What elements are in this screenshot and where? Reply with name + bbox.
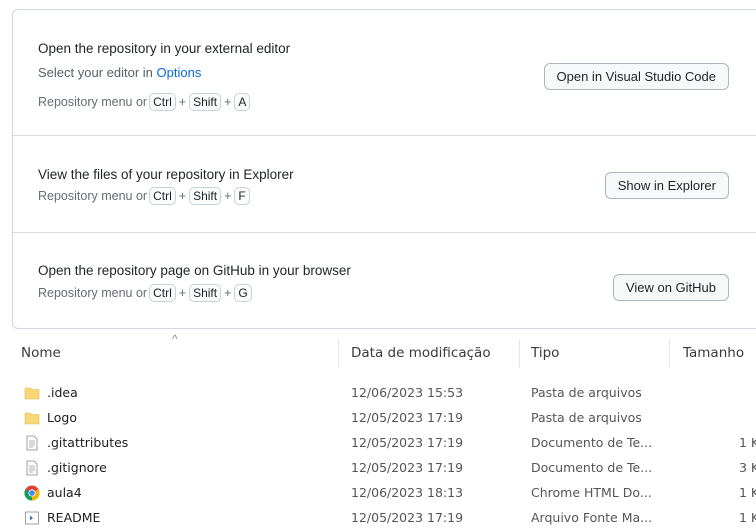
section-title: Open the repository in your external edi…	[38, 41, 291, 56]
shortcut-hint: Repository menu or Ctrl + Shift + A	[38, 93, 251, 111]
key-ctrl: Ctrl	[149, 187, 176, 205]
key-ctrl: Ctrl	[149, 284, 176, 302]
key-g: G	[234, 284, 252, 302]
file-name: .gitignore	[47, 460, 107, 475]
shortcut-hint: Repository menu or Ctrl + Shift + F	[38, 187, 250, 205]
shortcut-hint: Repository menu or Ctrl + Shift + G	[38, 284, 252, 302]
file-row[interactable]: README 12/05/2023 17:19 Arquivo Fonte Ma…	[0, 509, 756, 527]
plus-sign: +	[178, 286, 187, 300]
view-on-github-button[interactable]: View on GitHub	[612, 274, 729, 301]
section-subtitle: Select your editor in Options	[38, 65, 201, 80]
markdown-file-icon	[25, 511, 39, 525]
file-row[interactable]: .idea 12/06/2023 15:53 Pasta de arquivos	[0, 384, 756, 402]
column-header-type[interactable]: Tipo	[531, 345, 559, 361]
column-divider[interactable]	[519, 340, 520, 368]
chrome-icon	[24, 485, 40, 501]
file-size: 3 K	[739, 460, 756, 475]
key-shift: Shift	[189, 187, 222, 205]
key-shift: Shift	[189, 284, 222, 302]
file-type: Pasta de arquivos	[531, 385, 642, 400]
hint-text: Repository menu or	[38, 286, 148, 300]
hint-text: Repository menu or	[38, 189, 148, 203]
open-in-vscode-button[interactable]: Open in Visual Studio Code	[543, 63, 729, 90]
plus-sign: +	[178, 189, 187, 203]
file-date: 12/06/2023 15:53	[351, 385, 464, 400]
section-title: View the files of your repository in Exp…	[38, 167, 294, 182]
file-size: 1 K	[739, 485, 756, 500]
repository-options-panel: Open the repository in your external edi…	[12, 9, 756, 329]
file-name: .idea	[47, 385, 78, 400]
subtitle-text: Select your editor in	[38, 65, 157, 80]
plus-sign: +	[224, 95, 232, 109]
text-file-icon	[26, 460, 38, 476]
plus-sign: +	[224, 189, 232, 203]
options-link[interactable]: Options	[157, 65, 202, 80]
file-type: Pasta de arquivos	[531, 410, 642, 425]
file-type: Arquivo Fonte Ma...	[531, 510, 653, 525]
folder-icon	[24, 412, 40, 425]
file-row[interactable]: aula4 12/06/2023 18:13 Chrome HTML Do...…	[0, 484, 756, 502]
hint-text: Repository menu or	[38, 95, 148, 109]
file-name: aula4	[47, 485, 82, 500]
file-name: Logo	[47, 410, 77, 425]
explorer-section: View the files of your repository in Exp…	[13, 136, 756, 233]
plus-sign: +	[178, 95, 187, 109]
section-title: Open the repository page on GitHub in yo…	[38, 263, 351, 278]
file-date: 12/06/2023 18:13	[351, 485, 464, 500]
file-row[interactable]: Logo 12/05/2023 17:19 Pasta de arquivos	[0, 409, 756, 427]
file-size: 1 K	[739, 510, 756, 525]
column-header-size[interactable]: Tamanho	[683, 345, 744, 361]
external-editor-section: Open the repository in your external edi…	[13, 10, 756, 136]
file-row[interactable]: .gitignore 12/05/2023 17:19 Documento de…	[0, 459, 756, 477]
file-explorer-list: ^ Nome Data de modificação Tipo Tamanho …	[0, 332, 756, 532]
column-header-date[interactable]: Data de modificação	[351, 345, 491, 361]
file-date: 12/05/2023 17:19	[351, 460, 464, 475]
file-date: 12/05/2023 17:19	[351, 410, 464, 425]
file-date: 12/05/2023 17:19	[351, 435, 464, 450]
show-in-explorer-button[interactable]: Show in Explorer	[604, 172, 729, 199]
column-header-name[interactable]: Nome	[21, 345, 61, 361]
column-divider[interactable]	[338, 340, 339, 368]
plus-sign: +	[224, 286, 232, 300]
file-date: 12/05/2023 17:19	[351, 510, 464, 525]
key-a: A	[234, 93, 251, 111]
file-type: Chrome HTML Do...	[531, 485, 652, 500]
key-shift: Shift	[189, 93, 222, 111]
file-size: 1 K	[739, 435, 756, 450]
file-row[interactable]: .gitattributes 12/05/2023 17:19 Document…	[0, 434, 756, 452]
github-section: Open the repository page on GitHub in yo…	[13, 233, 756, 330]
key-f: F	[234, 187, 250, 205]
key-ctrl: Ctrl	[149, 93, 176, 111]
folder-icon	[24, 387, 40, 400]
file-type: Documento de Te...	[531, 460, 653, 475]
file-name: .gitattributes	[47, 435, 129, 450]
column-divider[interactable]	[669, 340, 670, 368]
file-type: Documento de Te...	[531, 435, 653, 450]
text-file-icon	[26, 435, 38, 451]
sort-indicator-icon: ^	[172, 332, 178, 346]
file-name: README	[47, 510, 101, 525]
